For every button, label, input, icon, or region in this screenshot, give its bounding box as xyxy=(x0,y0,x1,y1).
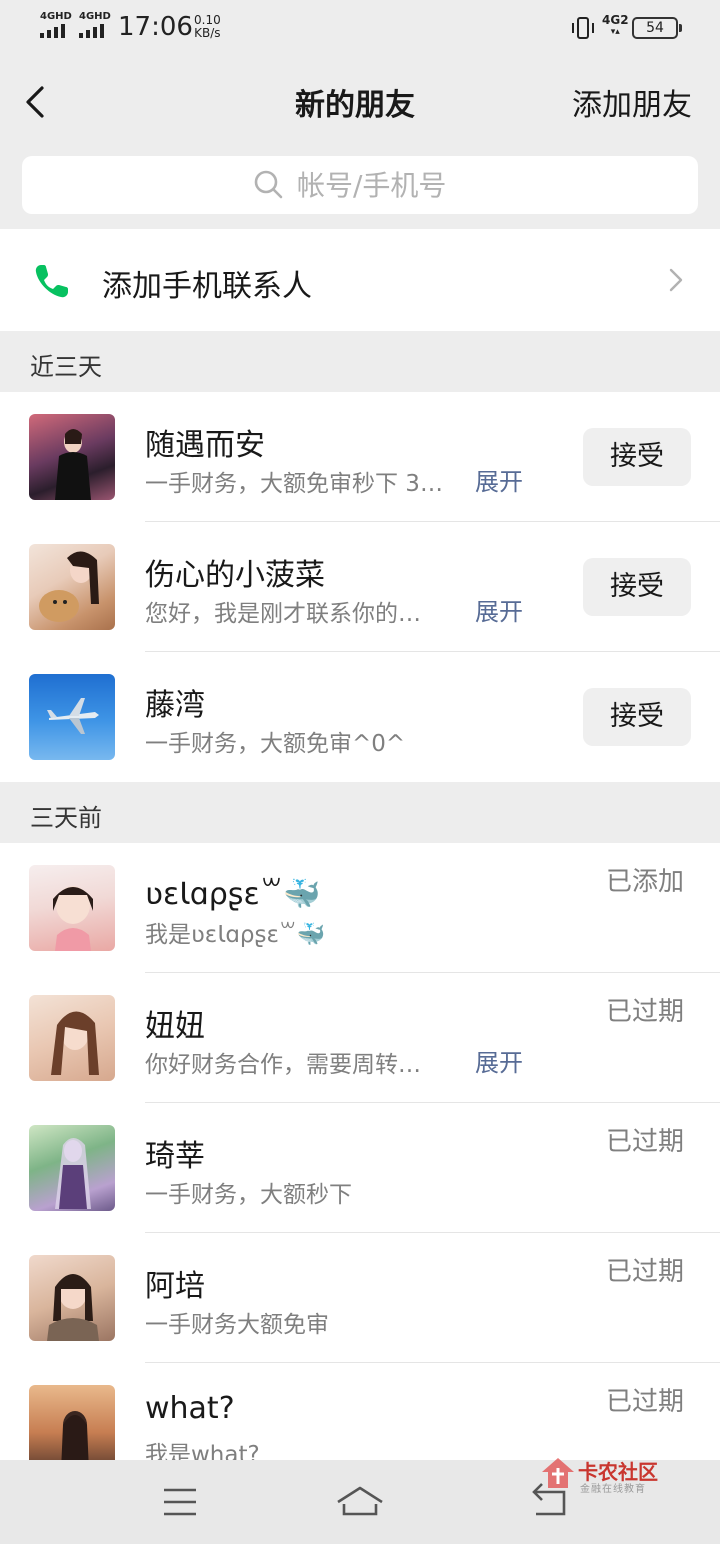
friend-request-item[interactable]: 随遇而安 一手财务，大额免审秒下 3… 展开 接受 xyxy=(0,392,720,522)
signal-indicator-1: 4GHD xyxy=(40,12,72,38)
recent-requests-list: 随遇而安 一手财务，大额免审秒下 3… 展开 接受 伤心的小菠菜 您好，我是刚才… xyxy=(0,392,720,782)
search-icon xyxy=(254,170,283,199)
expand-link[interactable]: 展开 xyxy=(475,1043,523,1078)
section-header-recent: 近三天 xyxy=(0,331,720,393)
request-message: 一手财务，大额免审秒下 3… xyxy=(145,471,443,497)
request-status: 已过期 xyxy=(605,1127,684,1157)
search-input[interactable] xyxy=(297,168,467,202)
older-requests-list: ʋɛƖɑρʂɛ꒳🐳 我是ʋɛƖɑρʂɛ꒳🐳 已添加 妞妞 你好财务合作，需要周转… xyxy=(0,843,720,1460)
friend-request-item[interactable]: ʋɛƖɑρʂɛ꒳🐳 我是ʋɛƖɑρʂɛ꒳🐳 已添加 xyxy=(0,843,720,973)
avatar xyxy=(29,865,115,951)
avatar xyxy=(29,674,115,760)
friend-request-item[interactable]: what? 我是what? 已过期 xyxy=(0,1363,720,1460)
request-message: 我是ʋɛƖɑρʂɛ꒳🐳 xyxy=(145,922,326,948)
avatar xyxy=(29,414,115,500)
request-message: 一手财务，大额秒下 xyxy=(145,1182,352,1208)
network-speed: 0.10 KB/s xyxy=(194,13,221,40)
request-message: 你好财务合作，需要周转… xyxy=(145,1052,421,1078)
requester-name: 妞妞 xyxy=(145,1009,205,1044)
friend-request-item[interactable]: 伤心的小菠菜 您好，我是刚才联系你的… 展开 接受 xyxy=(0,522,720,652)
expand-link[interactable]: 展开 xyxy=(475,462,523,497)
add-phone-contacts-row[interactable]: 添加手机联系人 xyxy=(0,229,720,331)
signal-indicator-2: 4GHD xyxy=(79,12,111,38)
battery-icon: 54 xyxy=(632,17,682,39)
vibrate-icon xyxy=(572,17,594,39)
search-bar[interactable] xyxy=(22,156,698,214)
signal-bars-icon xyxy=(79,24,111,38)
menu-icon[interactable] xyxy=(162,1486,198,1518)
expand-link[interactable]: 展开 xyxy=(475,592,523,627)
accept-button[interactable]: 接受 xyxy=(583,558,691,616)
friend-request-item[interactable]: 藤湾 一手财务，大额免审^0^ 接受 xyxy=(0,652,720,782)
nav-bar: 新的朋友 添加朋友 xyxy=(0,56,720,146)
requester-name: 阿培 xyxy=(145,1269,205,1304)
requester-name: 琦莘 xyxy=(145,1139,205,1174)
signal-bars-icon xyxy=(40,24,72,38)
request-status: 已添加 xyxy=(605,867,684,897)
accept-button[interactable]: 接受 xyxy=(583,688,691,746)
watermark: 卡农社区 金融在线教育 xyxy=(540,1456,670,1496)
chevron-right-icon xyxy=(669,268,683,292)
request-status: 已过期 xyxy=(605,1257,684,1287)
request-message: 一手财务大额免审 xyxy=(145,1312,329,1338)
data-arrows-icon: ▾▴ xyxy=(610,27,620,37)
accept-button[interactable]: 接受 xyxy=(583,428,691,486)
avatar xyxy=(29,1255,115,1341)
request-message: 我是what? xyxy=(145,1442,260,1460)
request-message: 您好，我是刚才联系你的… xyxy=(145,601,421,627)
add-phone-contacts-label: 添加手机联系人 xyxy=(102,269,312,304)
add-friend-button[interactable]: 添加朋友 xyxy=(572,80,692,124)
network-type: 4G2 ▾▴ xyxy=(602,13,629,37)
avatar xyxy=(29,995,115,1081)
phone-icon xyxy=(35,265,68,298)
request-status: 已过期 xyxy=(605,1387,684,1417)
requester-name: 藤湾 xyxy=(145,688,205,723)
request-message: 一手财务，大额免审^0^ xyxy=(145,731,406,757)
friend-request-item[interactable]: 琦莘 一手财务，大额秒下 已过期 xyxy=(0,1103,720,1233)
avatar xyxy=(29,1125,115,1211)
request-status: 已过期 xyxy=(605,997,684,1027)
avatar xyxy=(29,544,115,630)
home-icon[interactable] xyxy=(336,1484,384,1518)
status-bar: 4GHD 4GHD 17:06 0.10 KB/s 4G2 ▾▴ 54 xyxy=(0,0,720,56)
clock: 17:06 xyxy=(118,12,193,42)
friend-request-item[interactable]: 妞妞 你好财务合作，需要周转… 展开 已过期 xyxy=(0,973,720,1103)
requester-name: 伤心的小菠菜 xyxy=(145,558,325,593)
avatar xyxy=(29,1385,115,1460)
requester-name: 随遇而安 xyxy=(145,428,265,463)
watermark-logo-icon xyxy=(542,1458,574,1488)
friend-request-item[interactable]: 阿培 一手财务大额免审 已过期 xyxy=(0,1233,720,1363)
section-header-older: 三天前 xyxy=(0,782,720,844)
requester-name: what? xyxy=(145,1391,235,1426)
requester-name: ʋɛƖɑρʂɛ꒳🐳 xyxy=(145,877,321,912)
